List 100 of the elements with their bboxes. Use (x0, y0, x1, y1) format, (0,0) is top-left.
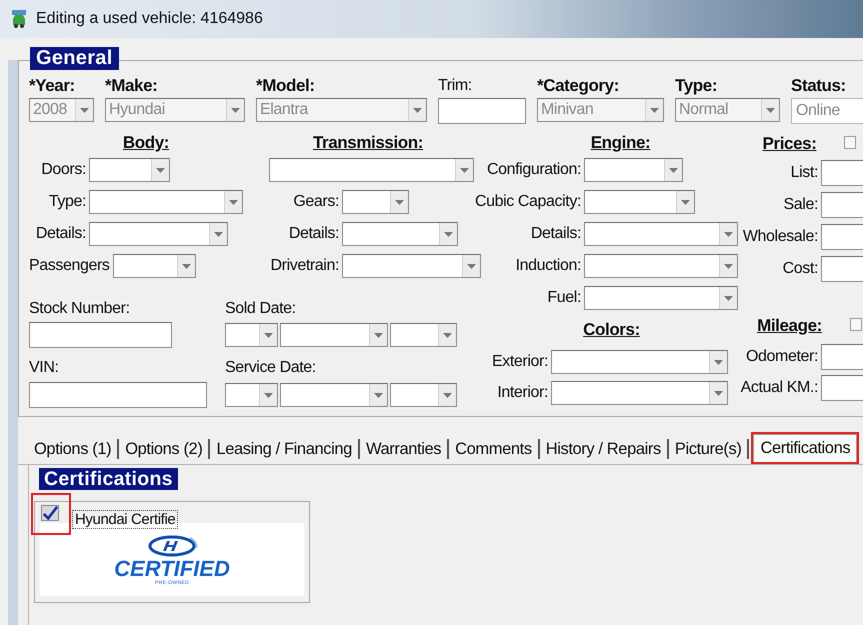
field-label: Type: (675, 77, 718, 94)
dropdown-field[interactable] (584, 254, 738, 278)
caret-icon (443, 392, 452, 398)
dropdown-field[interactable] (225, 383, 278, 407)
dropdown-arrow-button[interactable] (369, 384, 387, 406)
dropdown-field[interactable] (280, 383, 388, 407)
dropdown-field[interactable] (390, 323, 457, 347)
caret-icon (650, 108, 659, 112)
dropdown-arrow-button[interactable] (438, 384, 456, 406)
dropdown-arrow-button[interactable] (209, 223, 227, 245)
field-label: Fuel: (547, 289, 581, 306)
text-field[interactable] (29, 322, 172, 348)
caret-icon (231, 108, 240, 112)
tab[interactable]: History / Repairs (540, 438, 669, 458)
tab[interactable]: Warranties (360, 438, 450, 458)
dropdown-field[interactable] (390, 383, 457, 407)
field-label: Trim: (438, 77, 473, 94)
dropdown-arrow-button[interactable] (455, 159, 473, 181)
dropdown-field[interactable] (342, 222, 458, 246)
dropdown-field[interactable] (551, 350, 728, 374)
field-label: Gears: (293, 193, 339, 210)
window-title: Editing a used vehicle: 4164986 (36, 10, 263, 28)
dropdown-arrow-button[interactable] (176, 255, 194, 277)
section-header: Body: (122, 134, 170, 151)
dropdown-field[interactable] (89, 190, 243, 214)
dropdown-arrow-button[interactable] (664, 159, 682, 181)
tab[interactable]: Picture(s) (668, 438, 750, 458)
text-field[interactable] (438, 98, 526, 124)
field-label: Details: (530, 225, 581, 242)
dropdown-arrow-button[interactable] (439, 223, 457, 245)
text-field[interactable] (821, 160, 863, 186)
field-label: Details: (36, 225, 86, 242)
dropdown-arrow-button[interactable] (151, 159, 169, 181)
dropdown-field[interactable] (225, 323, 278, 347)
field-label: Interior: (497, 384, 548, 401)
field-label: *Category: (537, 77, 620, 94)
dropdown-field[interactable] (342, 190, 409, 214)
dropdown-field[interactable] (584, 190, 695, 214)
small-button[interactable] (844, 136, 856, 149)
field-label: Passengers (29, 257, 110, 274)
dropdown-field[interactable] (584, 158, 683, 182)
field-label: Stock Number: (29, 300, 131, 317)
checkbox[interactable] (41, 505, 59, 521)
text-field[interactable] (29, 382, 207, 408)
dropdown-field[interactable] (551, 381, 728, 405)
caret-icon (374, 332, 383, 338)
tab[interactable]: Options (2) (119, 438, 210, 458)
caret-icon (229, 200, 238, 204)
caret-icon (264, 332, 273, 338)
caret-icon (444, 232, 453, 236)
dropdown-field[interactable] (280, 323, 388, 347)
dropdown-arrow-button[interactable] (719, 255, 737, 277)
text-field[interactable] (821, 256, 863, 282)
dropdown-arrow-button[interactable] (390, 191, 408, 213)
dropdown-arrow-button[interactable] (259, 384, 277, 406)
dropdown-field[interactable] (112, 254, 196, 278)
caret-icon (156, 168, 165, 172)
caret-icon (724, 296, 733, 300)
field-label: Wholesale: (742, 228, 818, 245)
field-label: Cubic Capacity: (474, 193, 581, 210)
dropdown-arrow-button[interactable] (709, 382, 727, 404)
dropdown-arrow-button[interactable] (719, 223, 737, 245)
small-button[interactable] (850, 318, 862, 331)
tab[interactable]: Comments (449, 438, 540, 458)
dropdown-arrow-button[interactable] (224, 191, 242, 213)
group-title: General (30, 47, 119, 70)
caret-icon (681, 200, 690, 204)
field-label: Drivetrain: (270, 257, 339, 274)
text-field[interactable] (821, 224, 863, 250)
field-label: Configuration: (486, 161, 581, 178)
dropdown-arrow-button[interactable] (438, 324, 456, 346)
dropdown-arrow-button[interactable] (462, 255, 480, 277)
section-header: Transmission: (312, 134, 424, 151)
dropdown-field[interactable] (342, 254, 481, 278)
text-field[interactable] (821, 375, 863, 401)
caret-icon (669, 168, 678, 172)
group-title: Certifications (39, 468, 178, 490)
field-label: *Make: (105, 77, 158, 94)
dropdown-field[interactable] (269, 158, 474, 182)
dropdown-arrow-button[interactable] (369, 324, 387, 346)
tab[interactable]: Certifications (753, 434, 858, 462)
dropdown-arrow-button[interactable] (259, 324, 277, 346)
dropdown-field[interactable] (584, 222, 738, 246)
dropdown-field[interactable] (89, 158, 170, 182)
field-label: Status: (791, 77, 847, 94)
dropdown-arrow-button[interactable] (709, 351, 727, 373)
caret-icon (724, 232, 733, 236)
dropdown-field[interactable] (89, 222, 228, 246)
dropdown-field[interactable] (584, 286, 738, 310)
caret-icon (413, 108, 422, 112)
dropdown-arrow-button[interactable] (676, 191, 694, 213)
caret-icon (714, 360, 723, 364)
caret-icon (443, 332, 452, 338)
caret-icon (80, 108, 89, 112)
text-field[interactable] (821, 192, 863, 218)
dropdown-arrow-button[interactable] (719, 287, 737, 309)
tab[interactable]: Options (1) (28, 438, 120, 458)
tab[interactable]: Leasing / Financing (210, 438, 360, 458)
text-field[interactable] (821, 344, 863, 370)
caret-icon (724, 264, 733, 268)
